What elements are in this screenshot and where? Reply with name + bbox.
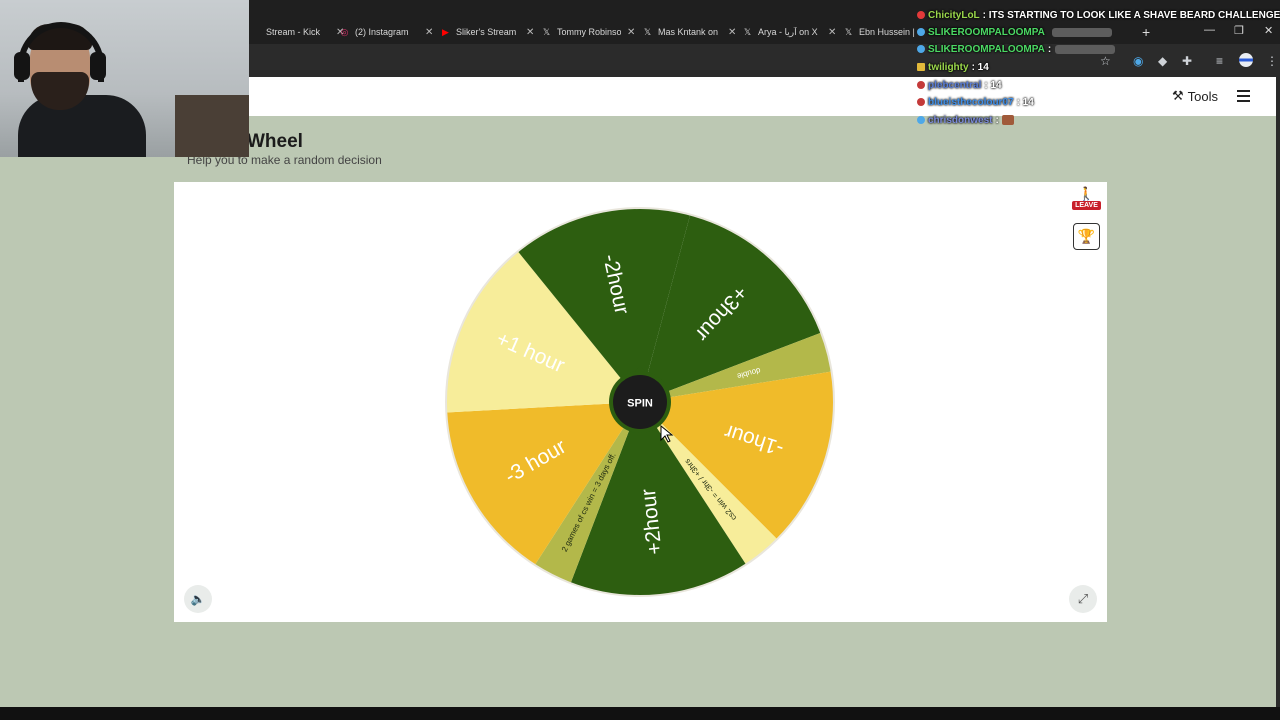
trophy-button[interactable]: 🏆: [1073, 223, 1100, 250]
webcam-overlay: [0, 0, 249, 157]
chat-text: :: [1047, 43, 1052, 55]
blurred-emote: [1055, 44, 1116, 54]
chat-badge-icon: [917, 116, 925, 124]
webcam-person-torso: [18, 95, 146, 157]
chat-username: plebcentral: [928, 79, 982, 91]
chat-message: SLIKEROOMPALOOMPA: [917, 25, 1112, 39]
speaker-icon: 🔈: [190, 592, 206, 606]
headset-cup-right: [90, 52, 106, 80]
headset-cup-left: [14, 52, 30, 80]
chat-message: blueisthecolour07 : 14: [917, 95, 1034, 109]
walking-person-icon: 🚶: [1078, 186, 1095, 201]
chat-username: SLIKEROOMPALOOMPA: [928, 43, 1045, 55]
chat-text: :: [995, 114, 999, 126]
chat-text: : 14: [984, 79, 1002, 91]
trophy-icon: 🏆: [1077, 228, 1096, 244]
chat-badge-icon: [917, 28, 925, 36]
chat-text: : 14: [971, 61, 989, 73]
leave-label: LEAVE: [1072, 201, 1101, 210]
chat-message: chrisdonwest :: [917, 113, 1014, 127]
screen: Stream - Kick ✕ ◎ (2) Instagram ✕ ▶ Slik…: [0, 0, 1280, 720]
chat-username: chrisdonwest: [928, 114, 993, 126]
chat-text: : 14: [1016, 96, 1034, 108]
chat-message: ChicityLoL : ITS STARTING TO LOOK LIKE A…: [917, 8, 1280, 22]
chat-username: blueisthecolour07: [928, 96, 1014, 108]
chat-badge-icon: [917, 11, 925, 19]
chat-badge-icon: [917, 45, 925, 53]
chat-message: twilighty : 14: [917, 60, 989, 74]
chat-username: SLIKEROOMPALOOMPA: [928, 26, 1045, 38]
spin-label: SPIN: [627, 398, 653, 410]
chat-username: twilighty: [928, 61, 969, 73]
emote-icon: [1001, 115, 1014, 125]
chat-username: ChicityLoL: [928, 9, 980, 21]
webcam-background-shelf: [175, 95, 249, 157]
chat-badge-icon: [917, 98, 925, 106]
chat-message: SLIKEROOMPALOOMPA :: [917, 42, 1116, 56]
blurred-emote: [1051, 27, 1112, 37]
crown-badge-icon: [917, 63, 925, 71]
bottom-strip: [0, 707, 1280, 720]
chat-badge-icon: [917, 81, 925, 89]
fullscreen-button[interactable]: ⤢: [1069, 585, 1097, 613]
leave-button[interactable]: 🚶 LEAVE: [1072, 187, 1101, 215]
chat-message: plebcentral : 14: [917, 78, 1002, 92]
sound-toggle-button[interactable]: 🔈: [184, 585, 212, 613]
expand-icon: ⤢: [1077, 591, 1089, 606]
chat-text: : ITS STARTING TO LOOK LIKE A SHAVE BEAR…: [982, 9, 1280, 21]
